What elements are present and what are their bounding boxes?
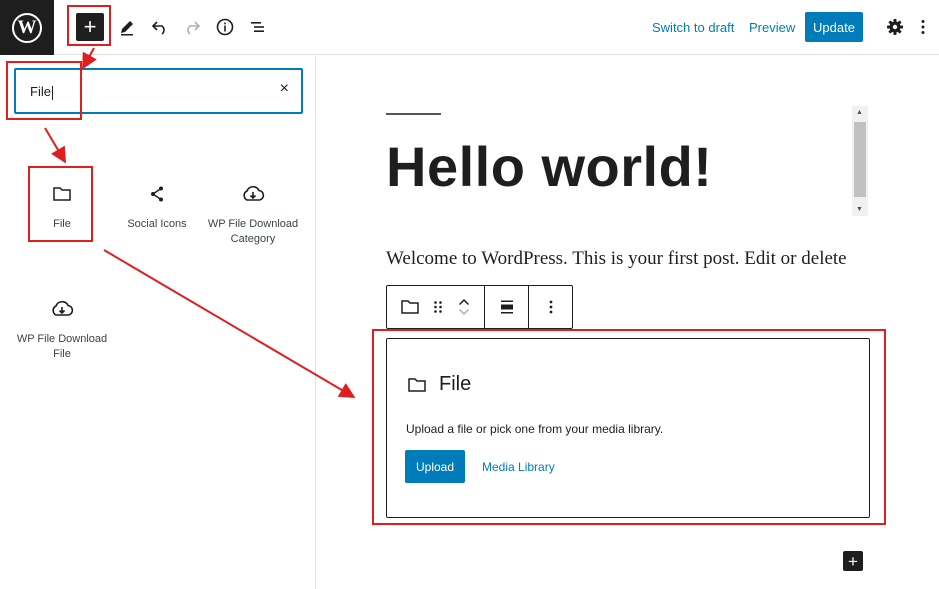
scroll-down-icon[interactable]: ▼ xyxy=(856,206,863,213)
block-option-social-icons[interactable]: Social Icons xyxy=(111,181,203,232)
more-options-button[interactable] xyxy=(913,13,933,41)
block-option-label: Social Icons xyxy=(127,218,187,230)
editor-header: W + Switch to draft Preview Update xyxy=(0,0,939,55)
align-center-icon xyxy=(500,300,513,314)
chevron-up-icon[interactable] xyxy=(458,297,470,307)
move-block-controls[interactable] xyxy=(451,297,477,317)
block-option-label: WP File Download Category xyxy=(207,218,299,245)
annotation-file-option-highlight xyxy=(28,166,93,242)
info-icon xyxy=(216,18,234,36)
drag-handle[interactable] xyxy=(425,300,451,314)
cloud-download-icon xyxy=(243,185,265,201)
chevron-down-icon[interactable] xyxy=(458,307,470,317)
block-type-button[interactable] xyxy=(395,298,425,316)
details-button[interactable] xyxy=(211,13,239,41)
block-toolbar-group-main xyxy=(387,286,485,328)
folder-icon xyxy=(400,300,419,314)
paragraph-block[interactable]: Welcome to WordPress. This is your first… xyxy=(386,248,847,270)
align-button[interactable] xyxy=(485,286,529,328)
block-option-wp-file-download-category[interactable]: WP File Download Category xyxy=(207,181,299,247)
wordpress-logo-icon: W xyxy=(12,12,42,43)
redo-button[interactable] xyxy=(178,13,206,41)
undo-icon xyxy=(151,21,165,35)
preview-button[interactable]: Preview xyxy=(749,20,795,35)
settings-button[interactable] xyxy=(881,13,909,41)
block-inserter-panel: File × File Social Icons WP File Downloa… xyxy=(0,56,316,589)
clear-search-icon[interactable]: × xyxy=(280,80,289,98)
add-block-button[interactable]: + xyxy=(843,551,863,571)
annotation-search-highlight xyxy=(6,61,82,120)
vertical-ellipsis-icon xyxy=(549,300,552,314)
list-view-button[interactable] xyxy=(244,13,272,41)
share-icon xyxy=(151,186,163,202)
annotation-file-block-highlight xyxy=(372,329,886,525)
scrollbar-thumb[interactable] xyxy=(854,122,866,197)
post-title[interactable]: Hello world! xyxy=(386,134,712,199)
update-button[interactable]: Update xyxy=(805,12,863,42)
scroll-up-icon[interactable]: ▲ xyxy=(856,109,863,116)
title-separator xyxy=(386,113,441,115)
block-toolbar xyxy=(386,285,573,329)
annotation-inserter-highlight xyxy=(67,5,111,46)
wordpress-logo-button[interactable]: W xyxy=(0,0,54,55)
undo-button[interactable] xyxy=(146,13,174,41)
block-options-button[interactable] xyxy=(529,286,572,328)
title-scrollbar[interactable]: ▲ ▼ xyxy=(852,106,868,216)
redo-icon xyxy=(187,21,201,35)
block-option-wp-file-download-file[interactable]: WP File Download File xyxy=(16,296,108,362)
pencil-icon xyxy=(121,21,133,36)
list-view-icon xyxy=(251,22,264,32)
switch-to-draft-button[interactable]: Switch to draft xyxy=(652,20,734,35)
cloud-download-icon xyxy=(52,300,74,316)
gear-icon xyxy=(887,19,903,35)
vertical-ellipsis-icon xyxy=(921,20,925,34)
drag-handle-icon xyxy=(433,301,442,313)
block-option-label: WP File Download File xyxy=(16,333,108,360)
tools-pencil-button[interactable] xyxy=(113,13,141,41)
